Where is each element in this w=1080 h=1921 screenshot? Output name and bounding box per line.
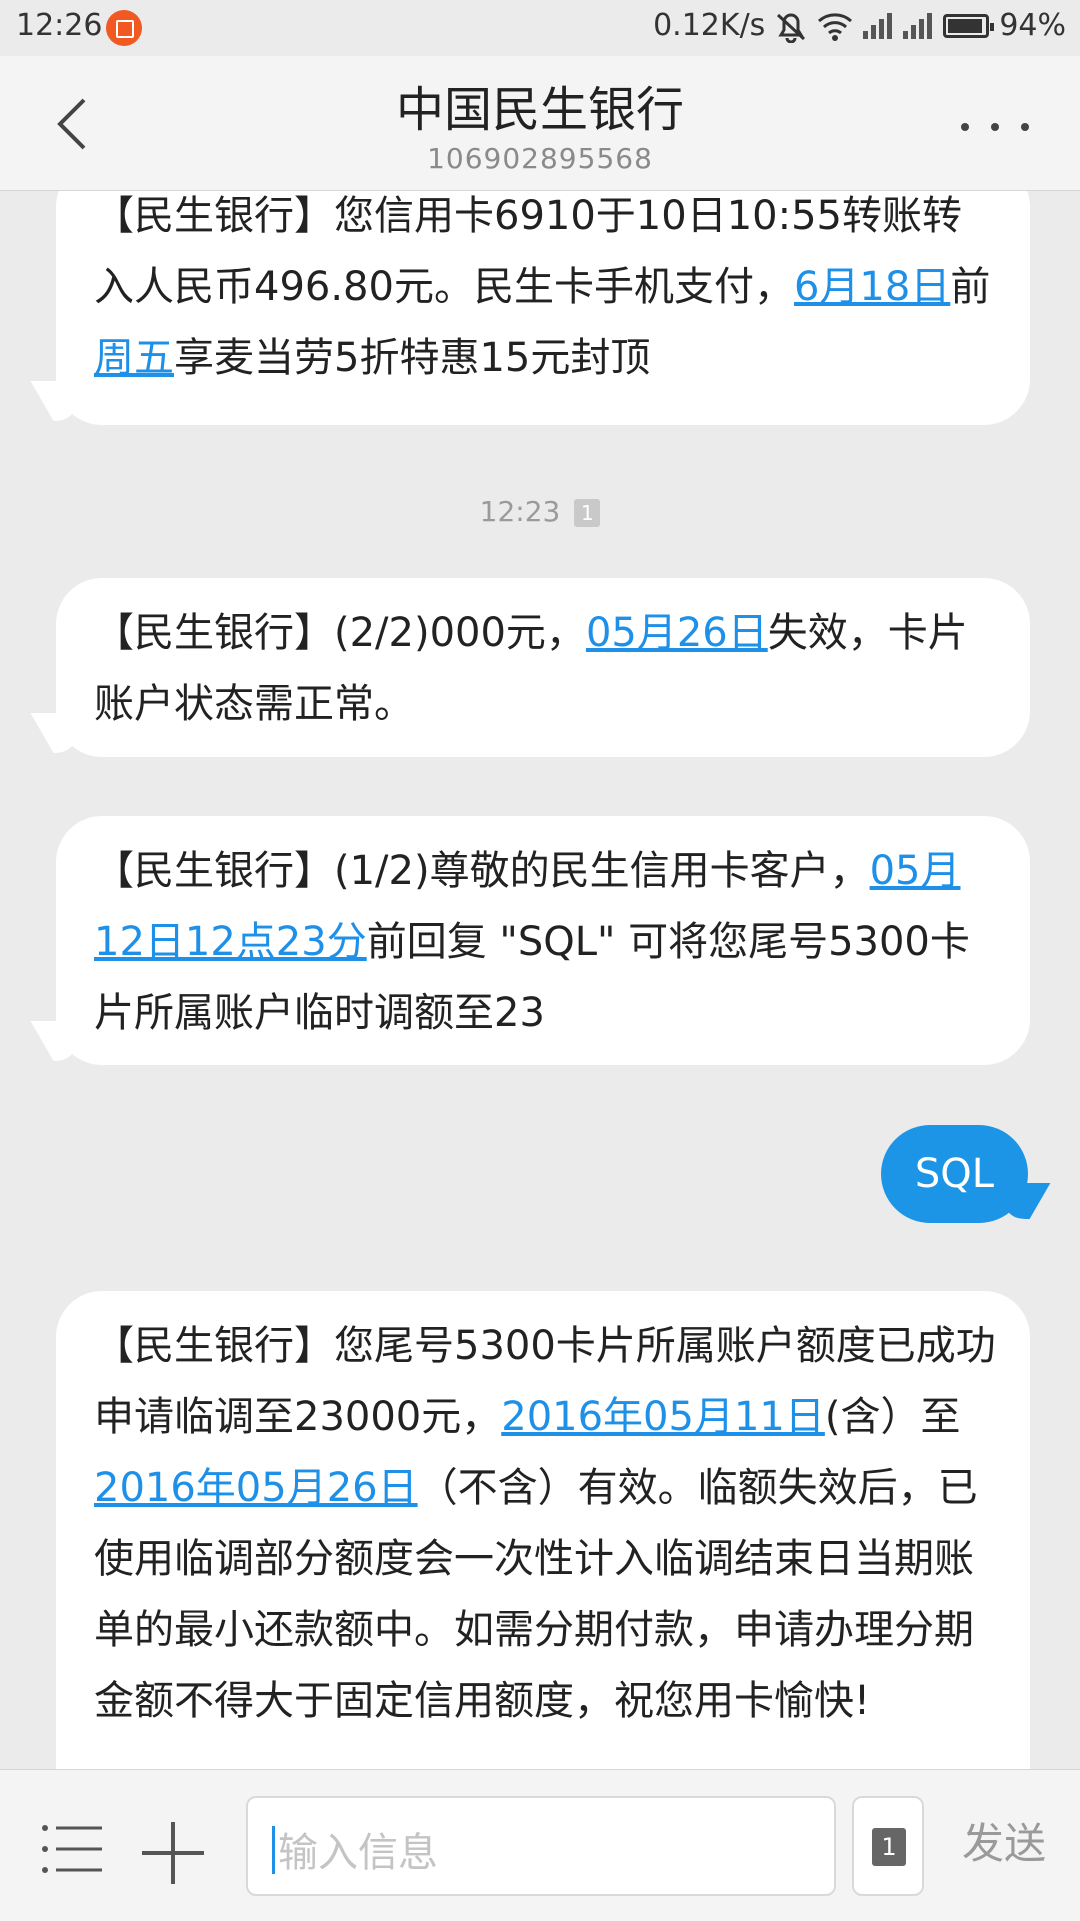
message-bubble-outgoing[interactable]: SQL <box>880 1125 1028 1223</box>
conversation-header: 中国民生银行 106902895568 <box>0 56 1080 191</box>
message-bubble-incoming[interactable]: 【民生银行】您信用卡6910于10日10:55转账转入人民币496.80元。民生… <box>56 191 1030 425</box>
contact-name: 中国民生银行 <box>395 82 684 138</box>
signal-icon <box>903 12 933 39</box>
status-time: 12:26 <box>16 8 103 43</box>
date-link[interactable]: 2016年05月11日 <box>501 1394 825 1440</box>
message-text: (含）至 <box>824 1394 961 1440</box>
input-placeholder: 输入信息 <box>278 1830 438 1876</box>
more-dots-icon[interactable] <box>950 112 1040 142</box>
message-text: SQL <box>914 1151 994 1197</box>
network-speed: 0.12K/s <box>653 8 766 43</box>
signal-icon <box>863 12 893 39</box>
message-text: 【民生银行】(1/2)尊敬的民生信用卡客户， <box>94 848 870 894</box>
list-icon[interactable] <box>40 1822 106 1876</box>
app-notification-icon <box>106 10 142 46</box>
sim-badge: 1 <box>574 499 601 527</box>
date-link[interactable]: 05月26日 <box>586 610 768 656</box>
date-link[interactable]: 2016年05月26日 <box>94 1465 418 1511</box>
bell-off-icon <box>777 13 806 43</box>
message-list[interactable]: 【民生银行】您信用卡6910于10日10:55转账转入人民币496.80元。民生… <box>0 191 1080 1769</box>
battery-percent: 94% <box>999 8 1066 43</box>
send-button[interactable]: 发送 <box>962 1810 1046 1871</box>
message-bubble-incoming[interactable]: 【民生银行】(1/2)尊敬的民生信用卡客户，05月12日12点23分前回复 "S… <box>56 816 1030 1065</box>
sim-icon: 1 <box>872 1828 906 1866</box>
sim-select-button[interactable]: 1 <box>852 1796 924 1896</box>
message-text: 前 <box>950 264 991 310</box>
status-right: 0.12K/s 94% <box>653 8 1066 43</box>
status-bar: 12:26 0.12K/s 94% <box>0 0 1080 56</box>
divider-time: 12:23 <box>479 495 561 528</box>
battery-icon <box>943 13 995 38</box>
wifi-icon <box>818 12 853 41</box>
date-link[interactable]: 周五 <box>94 335 174 381</box>
message-input[interactable]: 输入信息 <box>246 1796 836 1896</box>
plus-icon[interactable] <box>140 1820 206 1886</box>
date-link[interactable]: 6月18日 <box>794 264 950 310</box>
message-bubble-incoming[interactable]: 【民生银行】您尾号5300卡片所属账户额度已成功申请临调至23000元，2016… <box>56 1291 1030 1769</box>
message-text: 【民生银行】(2/2)000元， <box>94 610 586 656</box>
compose-bar: 输入信息 1 发送 <box>0 1769 1080 1921</box>
time-divider: 12:23 1 <box>0 495 1080 528</box>
message-text: 享麦当劳5折特惠15元封顶 <box>174 335 651 381</box>
text-caret <box>272 1826 275 1874</box>
message-bubble-incoming[interactable]: 【民生银行】(2/2)000元，05月26日失效，卡片账户状态需正常。 <box>56 578 1030 757</box>
contact-number: 106902895568 <box>427 142 653 175</box>
